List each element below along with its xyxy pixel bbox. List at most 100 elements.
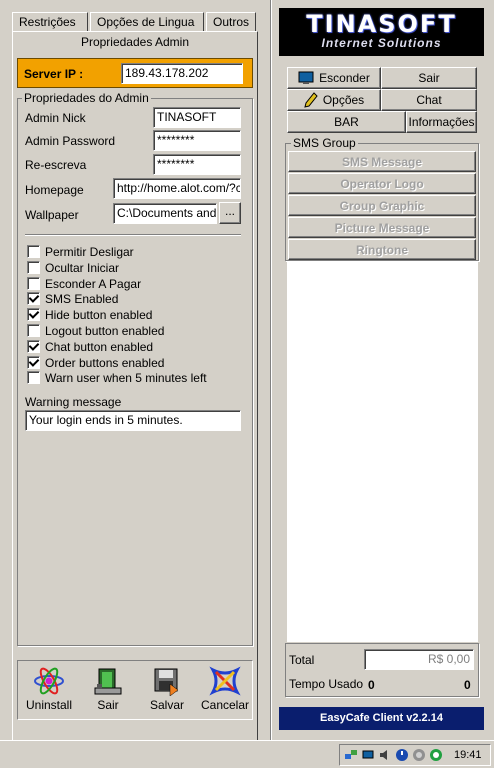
checkbox[interactable] bbox=[27, 340, 40, 353]
ringtone-button[interactable]: Ringtone bbox=[288, 239, 476, 260]
bar-button[interactable]: BAR bbox=[287, 111, 406, 133]
cancel-cross-icon bbox=[209, 666, 241, 696]
option-checkbox-row[interactable]: Esconder A Pagar bbox=[27, 276, 141, 291]
tab-opcoes-de-lingua-label: Opções de Lingua bbox=[97, 15, 195, 29]
wallpaper-input[interactable]: C:\Documents and bbox=[113, 203, 217, 224]
wallpaper-browse-button[interactable]: ... bbox=[219, 202, 241, 224]
volume-icon[interactable] bbox=[378, 748, 392, 762]
content-area bbox=[287, 262, 478, 642]
tinasoft-logo: TINASOFT Internet Solutions bbox=[279, 8, 484, 56]
sms-group-title: SMS Group bbox=[291, 136, 358, 150]
chat-button-label: Chat bbox=[416, 93, 442, 107]
option-checkbox-row[interactable]: Order buttons enabled bbox=[27, 355, 164, 370]
option-checkbox-row[interactable]: Warn user when 5 minutes left bbox=[27, 370, 207, 385]
tab-restricoes[interactable]: Restrições bbox=[12, 12, 88, 32]
panel-title: Propriedades Admin bbox=[80, 35, 190, 49]
tab-opcoes-de-lingua[interactable]: Opções de Lingua bbox=[90, 12, 204, 32]
admin-password-input[interactable]: ******** bbox=[153, 130, 241, 151]
monitor-icon bbox=[298, 71, 314, 84]
group-graphic-button[interactable]: Group Graphic bbox=[288, 195, 476, 216]
save-label: Salvar bbox=[149, 698, 184, 712]
exit-label: Sair bbox=[97, 698, 119, 712]
operator-logo-label: Operator Logo bbox=[340, 177, 424, 191]
rewrite-password-label: Re-escreva bbox=[25, 158, 87, 172]
warning-message-input[interactable]: Your login ends in 5 minutes. bbox=[25, 410, 241, 431]
power-icon[interactable] bbox=[395, 748, 409, 762]
checkbox[interactable] bbox=[27, 277, 40, 290]
sms-message-button[interactable]: SMS Message bbox=[288, 151, 476, 172]
wallpaper-label: Wallpaper bbox=[25, 208, 79, 222]
checkbox[interactable] bbox=[27, 356, 40, 369]
admin-action-bar: Uninstall Sair Salvar Cancelar bbox=[17, 660, 253, 720]
tab-restricoes-label: Restrições bbox=[19, 15, 76, 29]
hide-button[interactable]: Esconder bbox=[287, 67, 381, 89]
cancel-button[interactable]: Cancelar bbox=[196, 661, 254, 719]
option-checkbox-row[interactable]: Hide button enabled bbox=[27, 307, 152, 322]
uninstall-label: Uninstall bbox=[25, 698, 73, 712]
option-checkbox-row[interactable]: Chat button enabled bbox=[27, 339, 153, 354]
group-graphic-label: Group Graphic bbox=[339, 199, 425, 213]
options-button-label: Opções bbox=[322, 93, 365, 107]
server-ip-input[interactable]: 189.43.178.202 bbox=[121, 63, 243, 84]
tab-outros[interactable]: Outros bbox=[206, 12, 256, 32]
atom-icon bbox=[34, 667, 64, 695]
bar-button-label: BAR bbox=[334, 115, 359, 129]
checkbox-label: Logout button enabled bbox=[45, 323, 165, 338]
checkbox-label: Permitir Desligar bbox=[45, 244, 134, 259]
connection-icon[interactable] bbox=[361, 748, 375, 762]
checkbox-label: Chat button enabled bbox=[45, 339, 154, 354]
admin-properties-group-title: Propriedades do Admin bbox=[22, 91, 151, 105]
separator bbox=[25, 234, 241, 236]
save-button[interactable]: Salvar bbox=[138, 661, 196, 719]
checkbox[interactable] bbox=[27, 308, 40, 321]
checkbox-label: Ocultar Iniciar bbox=[45, 260, 120, 275]
option-checkbox-row[interactable]: Logout button enabled bbox=[27, 323, 164, 338]
options-button[interactable]: Opções bbox=[287, 89, 381, 111]
checkbox-label: Order buttons enabled bbox=[45, 355, 165, 370]
checkbox-label: SMS Enabled bbox=[45, 291, 119, 306]
picture-message-button[interactable]: Picture Message bbox=[288, 217, 476, 238]
total-label: Total bbox=[289, 653, 315, 667]
admin-nick-label: Admin Nick bbox=[25, 111, 86, 125]
option-checkbox-row[interactable]: Ocultar Iniciar bbox=[27, 260, 119, 275]
operator-logo-button[interactable]: Operator Logo bbox=[288, 173, 476, 194]
antivirus-icon[interactable] bbox=[412, 748, 426, 762]
checkbox[interactable] bbox=[27, 324, 40, 337]
option-checkbox-row[interactable]: SMS Enabled bbox=[27, 291, 118, 306]
system-tray: 19:41 bbox=[339, 744, 491, 766]
taskbar-clock: 19:41 bbox=[454, 749, 482, 761]
info-button[interactable]: Informações bbox=[406, 111, 477, 133]
network-icon[interactable] bbox=[344, 748, 358, 762]
picture-message-label: Picture Message bbox=[334, 221, 430, 235]
checkbox-label: Esconder A Pagar bbox=[45, 276, 142, 291]
server-ip-box: Server IP : 189.43.178.202 bbox=[17, 58, 253, 88]
checkbox[interactable] bbox=[27, 245, 40, 258]
chat-button[interactable]: Chat bbox=[381, 89, 477, 111]
easycafe-tray-icon[interactable] bbox=[429, 748, 443, 762]
checkbox[interactable] bbox=[27, 292, 40, 305]
checkbox[interactable] bbox=[27, 371, 40, 384]
uninstall-button[interactable]: Uninstall bbox=[20, 661, 78, 719]
exit-button[interactable]: Sair bbox=[79, 661, 137, 719]
logo-title: TINASOFT bbox=[306, 10, 457, 38]
admin-nick-input[interactable]: TINASOFT bbox=[153, 107, 241, 128]
homepage-label: Homepage bbox=[25, 183, 84, 197]
warning-message-label: Warning message bbox=[25, 395, 122, 409]
time-used-value-left: 0 bbox=[368, 678, 375, 692]
exit-session-button[interactable]: Sair bbox=[381, 67, 477, 89]
pen-icon bbox=[304, 92, 318, 108]
homepage-input[interactable]: http://home.alot.com/?c bbox=[113, 178, 241, 199]
option-checkbox-row[interactable]: Permitir Desligar bbox=[27, 244, 134, 259]
checkbox[interactable] bbox=[27, 261, 40, 274]
taskbar: 19:41 bbox=[0, 740, 494, 768]
rewrite-password-input[interactable]: ******** bbox=[153, 154, 241, 175]
save-disk-icon bbox=[154, 668, 179, 696]
sms-message-label: SMS Message bbox=[341, 155, 423, 169]
checkbox-label: Warn user when 5 minutes left bbox=[45, 370, 207, 385]
admin-password-label: Admin Password bbox=[25, 134, 116, 148]
logo-subtitle: Internet Solutions bbox=[321, 36, 442, 50]
tab-outros-label: Outros bbox=[213, 15, 250, 29]
exit-session-label: Sair bbox=[418, 71, 440, 85]
hide-button-label: Esconder bbox=[319, 71, 370, 85]
ringtone-label: Ringtone bbox=[356, 243, 408, 257]
